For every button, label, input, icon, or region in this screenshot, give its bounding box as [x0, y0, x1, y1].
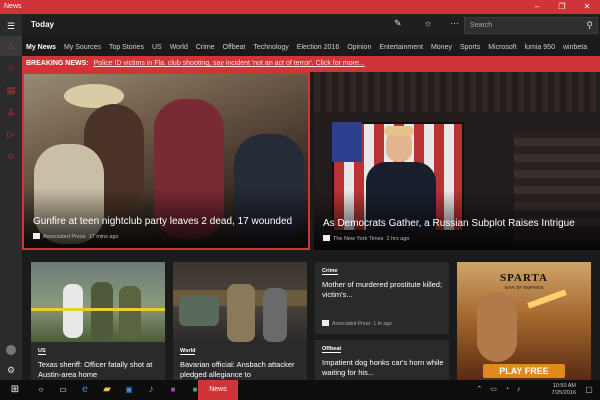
file-explorer-icon[interactable]: ▰ — [96, 380, 118, 400]
story-headline[interactable]: Impatient dog honks car's horn while wai… — [322, 358, 444, 378]
hero-headline-2[interactable]: As Democrats Gather, a Russian Subplot R… — [323, 218, 593, 230]
hero-source-2: The New York Times 2 hrs ago — [323, 235, 409, 242]
minimize-button[interactable]: – — [526, 0, 548, 14]
edge-icon[interactable]: e — [74, 380, 96, 400]
tab-top-stories[interactable]: Top Stories — [105, 39, 148, 56]
tab-sports[interactable]: Sports — [456, 39, 484, 56]
story-image-1 — [31, 262, 165, 342]
store-icon[interactable]: ▣ — [118, 380, 140, 400]
left-rail: ☰ ⌂ ☆ ▤ ♙ ▷ ☺ ⚙ — [0, 14, 22, 380]
tab-my-news[interactable]: My News — [22, 39, 60, 56]
clock[interactable]: 10:50 AM 7/25/2016 — [534, 383, 576, 397]
search-input[interactable]: Search — [470, 22, 492, 29]
story-card-1[interactable]: US Texas sheriff: Officer fatally shot a… — [31, 262, 165, 380]
sparta-ad[interactable]: SPARTA WAR OF EMPIRES PLAY FREE — [457, 262, 591, 380]
story-card-3[interactable]: Crime Mother of murdered prostitute kill… — [315, 262, 449, 334]
account-icon[interactable]: ♙ — [0, 102, 22, 122]
source-logo-icon — [323, 235, 330, 241]
story-image-2 — [173, 262, 307, 342]
search-box[interactable]: Search ⚲ — [464, 17, 598, 34]
settings-icon[interactable]: ⚙ — [0, 360, 22, 380]
home-icon[interactable]: ⌂ — [0, 36, 22, 56]
tab-my-sources[interactable]: My Sources — [60, 39, 105, 56]
tab-opinion[interactable]: Opinion — [343, 39, 375, 56]
app-icon[interactable]: ■ — [162, 380, 184, 400]
story-headline[interactable]: Mother of murdered prostitute killed; vi… — [322, 280, 444, 300]
timestamp: 1 hr ago — [373, 321, 392, 327]
ad-title: SPARTA — [500, 272, 548, 284]
hero-source-1: Associated Press 17 mins ago — [33, 233, 119, 240]
tab-microsoft[interactable]: Microsoft — [484, 39, 520, 56]
story-headline[interactable]: Texas sheriff: Officer fatally shot at A… — [38, 360, 160, 380]
maximize-button[interactable]: ❐ — [551, 0, 573, 14]
breaking-link[interactable]: Police ID victims in Fla. club shooting,… — [94, 60, 365, 67]
tab-entertainment[interactable]: Entertainment — [375, 39, 427, 56]
menu-icon[interactable]: ☰ — [0, 16, 22, 36]
tab-money[interactable]: Money — [427, 39, 456, 56]
tab-offbeat[interactable]: Offbeat — [219, 39, 250, 56]
tab-lumia-950[interactable]: lumia 950 — [521, 39, 559, 56]
twitter-icon[interactable]: ♪ — [140, 380, 162, 400]
source-name: The New York Times — [333, 236, 384, 242]
story-category[interactable]: World — [180, 348, 196, 355]
source-name: Associated Press — [43, 234, 86, 240]
news-feed: Gunfire at teen nightclub party leaves 2… — [22, 72, 600, 380]
tab-election-2016[interactable]: Election 2016 — [293, 39, 343, 56]
clock-date: 7/25/2016 — [551, 390, 576, 396]
star-icon[interactable]: ☆ — [0, 58, 22, 78]
clock-time: 10:50 AM — [552, 383, 576, 389]
tab-world[interactable]: World — [166, 39, 192, 56]
hero-story-1[interactable]: Gunfire at teen nightclub party leaves 2… — [22, 72, 310, 250]
brightness-icon[interactable]: ☼ — [424, 18, 432, 28]
close-button[interactable]: ✕ — [576, 0, 598, 14]
timestamp: 17 mins ago — [88, 234, 119, 240]
cortana-icon[interactable]: ○ — [30, 380, 52, 400]
tab-technology[interactable]: Technology — [249, 39, 292, 56]
source-name: Associated Press — [332, 321, 371, 327]
window-title: News — [4, 3, 22, 10]
emoji-icon[interactable]: ☺ — [0, 146, 22, 166]
search-icon[interactable]: ⚲ — [586, 20, 593, 31]
taskbar: ⊞ ○ ▭ e ▰ ▣ ♪ ■ ■ News ⌃ ▭ ◔ ♪ 10:50 AM … — [0, 380, 600, 400]
breaking-news-banner[interactable]: BREAKING NEWS: Police ID victims in Fla.… — [22, 56, 600, 72]
system-tray-icons[interactable]: ⌃ ▭ ◔ ♪ — [470, 380, 530, 400]
source-logo-icon — [33, 233, 40, 239]
tab-winbeta[interactable]: winbeta — [559, 39, 591, 56]
hero-story-2[interactable]: As Democrats Gather, a Russian Subplot R… — [314, 72, 600, 250]
breaking-label: BREAKING NEWS: — [26, 60, 89, 67]
notifications-icon[interactable]: ▢ — [580, 380, 598, 400]
title-bar: News – ❐ ✕ — [0, 0, 600, 14]
category-nav: My News My Sources Top Stories US World Crime… — [22, 36, 600, 56]
story-category[interactable]: Offbeat — [322, 346, 342, 353]
document-icon[interactable]: ▤ — [0, 80, 22, 100]
story-headline[interactable]: Bavarian official: Ansbach attacker pled… — [180, 360, 302, 380]
start-icon[interactable]: ⊞ — [4, 380, 26, 400]
app-bar: Today ✎ ☼ ··· Search ⚲ — [22, 14, 600, 36]
tab-us[interactable]: US — [148, 39, 166, 56]
story-source: Associated Press 1 hr ago — [322, 320, 392, 327]
story-category[interactable]: US — [38, 348, 46, 355]
hero-headline-1[interactable]: Gunfire at teen nightclub party leaves 2… — [33, 216, 303, 228]
video-icon[interactable]: ▷ — [0, 124, 22, 144]
tab-crime[interactable]: Crime — [192, 39, 219, 56]
avatar[interactable] — [0, 340, 22, 360]
ad-subtitle: WAR OF EMPIRES — [504, 285, 544, 290]
timestamp: 2 hrs ago — [386, 236, 410, 242]
more-icon[interactable]: ··· — [450, 18, 459, 28]
page-title: Today — [31, 20, 54, 29]
news-taskbar-button[interactable]: News — [198, 380, 238, 400]
story-category[interactable]: Crime — [322, 268, 338, 275]
play-free-button[interactable]: PLAY FREE — [483, 364, 565, 378]
story-card-4[interactable]: Offbeat Impatient dog honks car's horn w… — [315, 340, 449, 380]
pen-icon[interactable]: ✎ — [394, 18, 402, 29]
story-card-2[interactable]: World Bavarian official: Ansbach attacke… — [173, 262, 307, 380]
source-logo-icon — [322, 320, 329, 326]
news-app-window: News – ❐ ✕ ☰ ⌂ ☆ ▤ ♙ ▷ ☺ ⚙ Today ✎ ☼ ···… — [0, 0, 600, 400]
task-view-icon[interactable]: ▭ — [52, 380, 74, 400]
